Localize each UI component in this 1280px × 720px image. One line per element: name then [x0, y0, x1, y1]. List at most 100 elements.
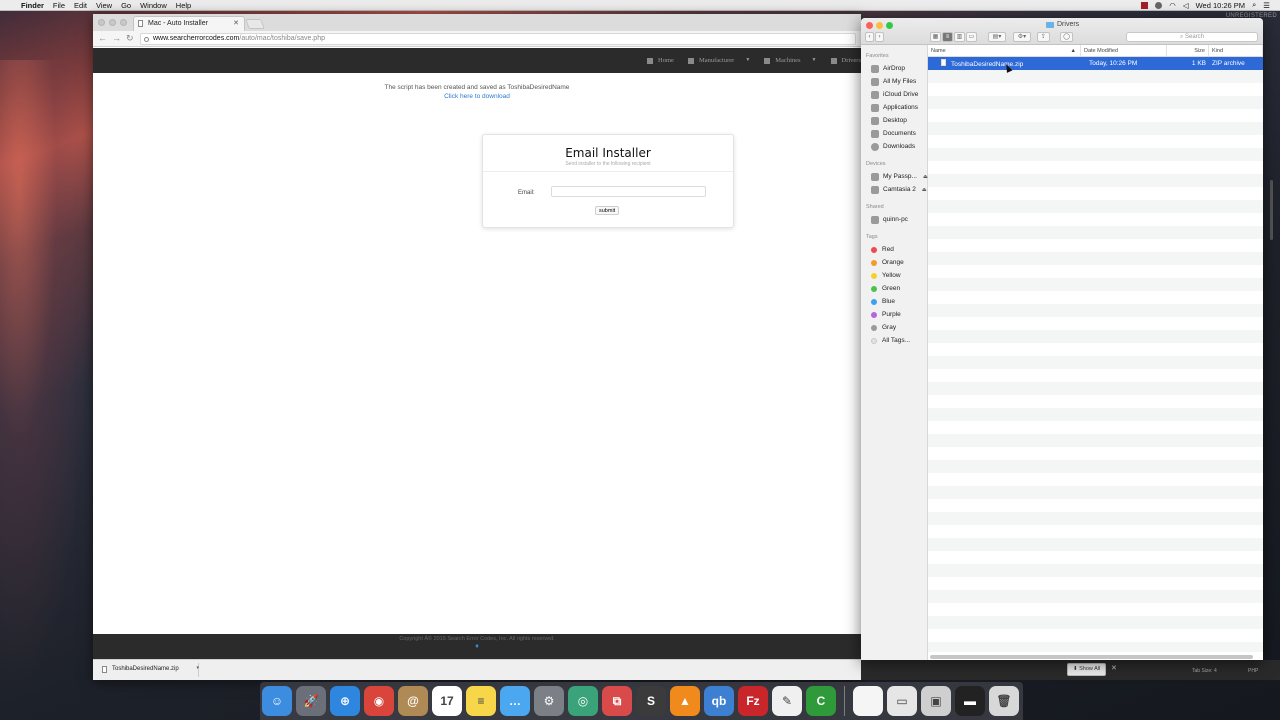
sidebar-item-applications[interactable]: Applications	[861, 101, 927, 114]
launchpad-icon[interactable]: 🚀	[296, 686, 326, 716]
sidebar-item-icloud-drive[interactable]: iCloud Drive	[861, 88, 927, 101]
sidebar-tag-blue[interactable]: Blue	[861, 295, 927, 308]
zoom-window-button[interactable]	[120, 19, 127, 26]
nav-home[interactable]: Home	[647, 57, 674, 64]
sidebar-item-downloads[interactable]: Downloads	[861, 140, 927, 153]
sidebar-item-camtasia[interactable]: Camtasia 2 ⏏	[861, 183, 927, 196]
download-item[interactable]: ToshibaDesiredName.zip ▾	[99, 663, 199, 677]
column-header-kind[interactable]: Kind	[1209, 45, 1263, 56]
background-scrollbar[interactable]	[1270, 180, 1273, 240]
screen-sharing-icon[interactable]: ⧉	[602, 686, 632, 716]
reload-icon[interactable]: ↻	[126, 33, 134, 44]
messages-icon[interactable]: …	[500, 686, 530, 716]
terminal-stack-icon[interactable]: ▬	[955, 686, 985, 716]
cover-flow-icon[interactable]: ▭	[966, 32, 977, 42]
screenshot-stack-icon[interactable]: ▭	[887, 686, 917, 716]
syntax-status[interactable]: PHP	[1248, 668, 1258, 674]
qbittorrent-icon[interactable]: qb	[704, 686, 734, 716]
download-options-icon[interactable]: ▾	[196, 665, 199, 671]
filezilla-icon[interactable]: Fz	[738, 686, 768, 716]
sidebar-item-my-passport[interactable]: My Passp... ⏏	[861, 170, 928, 183]
textedit-icon[interactable]: ✎	[772, 686, 802, 716]
share-icon[interactable]: ⇪	[1037, 32, 1050, 42]
wifi-icon[interactable]: ◠	[1169, 1, 1176, 10]
trash-icon[interactable]: 🗑	[989, 686, 1019, 716]
menu-go[interactable]: Go	[121, 1, 131, 10]
sidebar-item-airdrop[interactable]: AirDrop	[861, 62, 927, 75]
sidebar-tag-yellow[interactable]: Yellow	[861, 269, 927, 282]
back-icon[interactable]: ‹	[865, 32, 874, 42]
list-view-icon[interactable]: ≡	[942, 32, 953, 42]
sidebar-tag-purple[interactable]: Purple	[861, 308, 927, 321]
download-link[interactable]: Click here to download	[93, 92, 861, 101]
system-preferences-icon[interactable]: ⚙	[534, 686, 564, 716]
notification-center-icon[interactable]: ☰	[1263, 1, 1270, 10]
sublime-text-icon[interactable]: S	[636, 686, 666, 716]
menu-file[interactable]: File	[53, 1, 65, 10]
icon-view-icon[interactable]: ▦	[930, 32, 941, 42]
submit-button[interactable]: submit	[595, 206, 620, 215]
horizontal-scrollbar[interactable]	[930, 655, 1253, 659]
close-window-button[interactable]	[98, 19, 105, 26]
table-row[interactable]: ToshibaDesiredName.zip Today, 10:26 PM 1…	[928, 57, 1263, 70]
email-field[interactable]	[551, 186, 706, 197]
new-tab-button[interactable]	[245, 19, 265, 29]
action-gear-icon[interactable]: ⚙▾	[1013, 32, 1031, 42]
sidebar-item-all-my-files[interactable]: All My Files	[861, 75, 927, 88]
close-shelf-icon[interactable]: ✕	[1111, 664, 1117, 672]
sidebar-tag-orange[interactable]: Orange	[861, 256, 927, 269]
forward-icon[interactable]: ›	[875, 32, 884, 42]
column-header-name[interactable]: Name ▲	[928, 45, 1081, 56]
back-icon[interactable]: ←	[98, 33, 107, 43]
safari-icon[interactable]: ⊕	[330, 686, 360, 716]
chrome-icon[interactable]: ◉	[364, 686, 394, 716]
menu-window[interactable]: Window	[140, 1, 167, 10]
nav-drivers[interactable]: Drivers	[830, 57, 861, 64]
network-utility-icon[interactable]: ◎	[568, 686, 598, 716]
minimize-window-button[interactable]	[876, 22, 883, 29]
contacts-icon[interactable]: @	[398, 686, 428, 716]
menu-edit[interactable]: Edit	[74, 1, 87, 10]
tab-size-status[interactable]: Tab Size: 4	[1192, 668, 1217, 674]
sidebar-tag-green[interactable]: Green	[861, 282, 927, 295]
close-tab-icon[interactable]: ✕	[233, 19, 239, 27]
nav-manufacturer[interactable]: Manufacturer ▼	[687, 57, 750, 64]
zoom-window-button[interactable]	[886, 22, 893, 29]
notes-icon[interactable]: ≡	[466, 686, 496, 716]
media-stack-icon[interactable]: ▣	[921, 686, 951, 716]
document-stack-icon[interactable]	[853, 686, 883, 716]
clock[interactable]: Wed 10:26 PM	[1196, 1, 1245, 10]
sidebar-all-tags[interactable]: All Tags...	[861, 334, 927, 347]
forward-icon[interactable]: →	[112, 33, 121, 43]
camtasia-icon[interactable]: C	[806, 686, 836, 716]
sidebar-item-desktop[interactable]: Desktop	[861, 114, 927, 127]
arrange-icon[interactable]: ▤▾	[988, 32, 1006, 42]
column-view-icon[interactable]: ▥	[954, 32, 965, 42]
column-header-size[interactable]: Size	[1167, 45, 1209, 56]
sidebar-tag-gray[interactable]: Gray	[861, 321, 927, 334]
menu-view[interactable]: View	[96, 1, 112, 10]
vlc-icon[interactable]: ▲	[670, 686, 700, 716]
sidebar-item-documents[interactable]: Documents	[861, 127, 927, 140]
search-input[interactable]: ⌕ Search	[1126, 32, 1258, 42]
sidebar-tag-red[interactable]: Red	[861, 243, 927, 256]
close-window-button[interactable]	[866, 22, 873, 29]
volume-icon[interactable]: ◁	[1183, 1, 1189, 10]
menu-help[interactable]: Help	[176, 1, 191, 10]
nav-machines[interactable]: Machines ▼	[764, 57, 817, 64]
show-all-downloads-button[interactable]: ⬇ Show All	[1067, 663, 1107, 676]
sync-status-icon[interactable]	[1155, 1, 1163, 9]
eject-icon[interactable]: ⏏	[923, 174, 928, 180]
finder-icon[interactable]: ☺	[262, 686, 292, 716]
address-bar[interactable]: www.searcherrorcodes.com/auto/mac/toshib…	[140, 33, 856, 45]
tag-icon[interactable]: ◯	[1060, 32, 1073, 42]
eject-icon[interactable]: ⏏	[922, 187, 927, 193]
recording-status-icon[interactable]	[1141, 1, 1149, 9]
column-header-date[interactable]: Date Modified	[1081, 45, 1167, 56]
calendar-icon[interactable]: 17	[432, 686, 462, 716]
twitter-icon[interactable]: ♦	[93, 643, 861, 650]
page-info-icon[interactable]	[144, 37, 149, 42]
sidebar-item-quinn-pc[interactable]: quinn-pc	[861, 213, 927, 226]
browser-tab[interactable]: Mac - Auto Installer ✕	[133, 16, 245, 31]
spotlight-icon[interactable]: ⌕	[1252, 0, 1256, 10]
